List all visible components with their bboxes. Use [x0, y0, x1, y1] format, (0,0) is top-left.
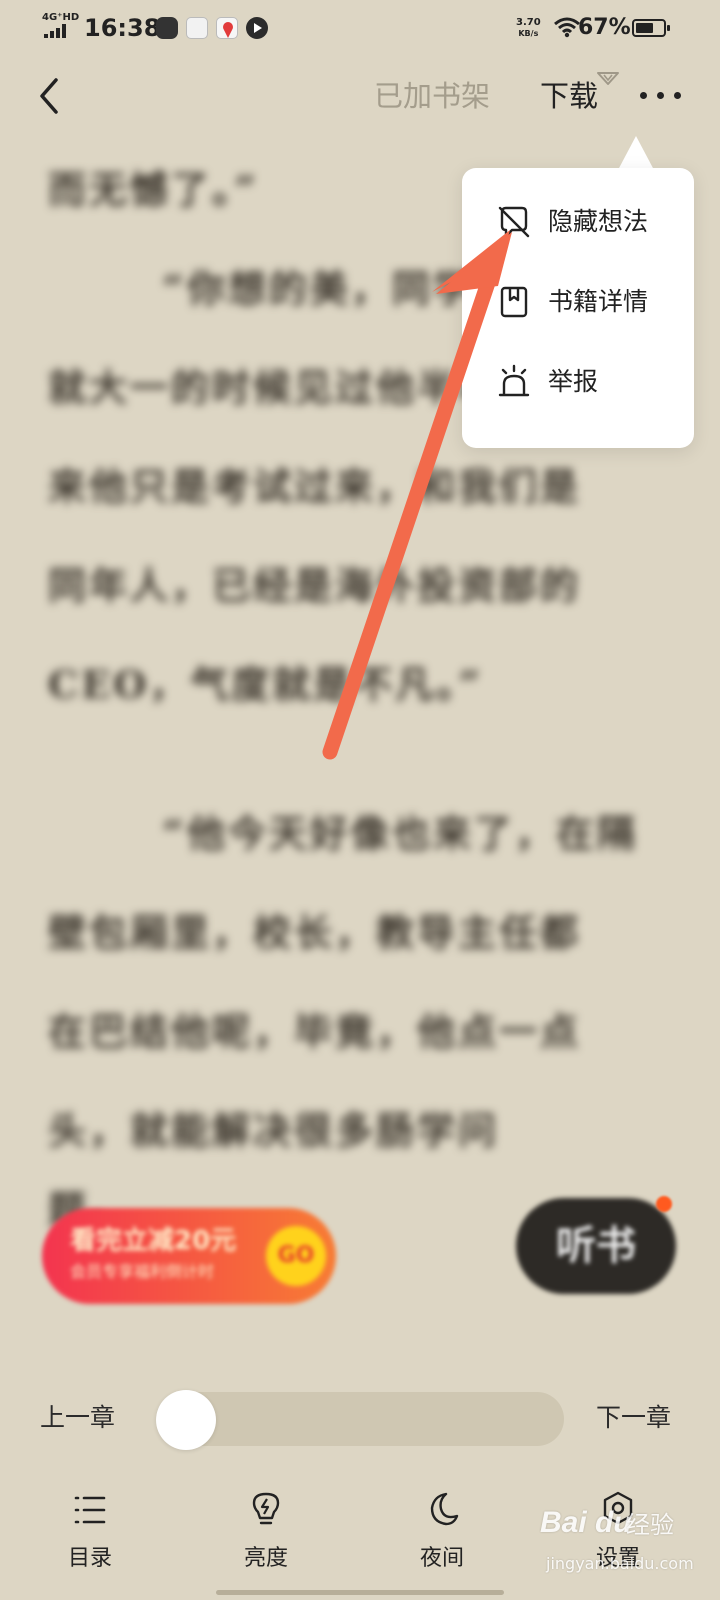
listen-book-button[interactable]: 听书	[516, 1198, 676, 1294]
network-type: 4G⁺HD	[42, 12, 80, 23]
menu-item-book-details[interactable]: 书籍详情	[462, 262, 694, 342]
report-alarm-icon	[498, 364, 530, 397]
promo-subtitle: 会员专享福利倒计时	[70, 1262, 215, 1281]
text-line: 同年人，已经是海外投资部的	[48, 563, 582, 608]
promo-title: 看完立减20元	[70, 1226, 237, 1256]
wifi-icon	[554, 17, 580, 38]
text-line: 在巴结他呢，毕竟，他点一点	[48, 1009, 582, 1054]
next-chapter-button[interactable]: 下一章	[596, 1400, 671, 1436]
download-button[interactable]: 下载	[540, 78, 598, 114]
net-speed: 3.70 KB/s	[516, 17, 541, 38]
book-details-icon	[500, 286, 528, 318]
promo-banner[interactable]: 看完立减20元 会员专享福利倒计时 GO	[42, 1208, 336, 1304]
tab-night-mode[interactable]: 夜间	[382, 1490, 502, 1590]
text-line: 来他只是考试过来，和我们是	[48, 464, 582, 509]
tab-brightness[interactable]: 亮度	[206, 1490, 326, 1590]
battery-percent: 67%	[578, 15, 631, 40]
prev-chapter-button[interactable]: 上一章	[40, 1400, 115, 1436]
slider-thumb[interactable]	[156, 1390, 216, 1450]
chapter-progress-slider[interactable]	[156, 1392, 564, 1446]
notification-dot	[656, 1196, 672, 1212]
more-options-menu: 隐藏想法 书籍详情 举报	[462, 168, 694, 448]
status-bar: 4G⁺HD 16:38 3.70 KB/s 67%	[0, 0, 720, 56]
menu-item-label: 举报	[548, 367, 599, 396]
clock: 16:38	[84, 14, 161, 42]
baidu-jingyan-watermark: Bai du 经验 jingyan.baidu.com	[540, 1498, 700, 1588]
hide-thoughts-icon	[498, 206, 530, 238]
promo-go-button[interactable]: GO	[266, 1226, 326, 1286]
chapter-navigation: 上一章 下一章	[0, 1380, 720, 1460]
text-line	[48, 734, 678, 784]
menu-item-label: 隐藏想法	[548, 207, 649, 236]
menu-item-report[interactable]: 举报	[462, 342, 694, 422]
watermark-text: 经验	[626, 1511, 674, 1539]
toc-list-icon	[74, 1496, 106, 1524]
tab-toc[interactable]: 目录	[30, 1490, 150, 1590]
battery-level	[636, 23, 653, 33]
map-pin-icon	[216, 17, 238, 39]
tab-label: 目录	[67, 1546, 112, 1571]
watermark-url: jingyan.baidu.com	[546, 1554, 694, 1573]
menu-pointer	[618, 136, 654, 170]
night-moon-icon	[430, 1492, 459, 1526]
text-line: CEO，气度就是不凡。”	[48, 662, 484, 707]
game-controller-icon	[156, 17, 178, 39]
home-indicator[interactable]	[216, 1590, 504, 1595]
brightness-bulb-icon	[252, 1492, 280, 1525]
tab-label: 夜间	[419, 1546, 464, 1571]
watermark-logo: Bai du	[540, 1506, 632, 1539]
play-icon	[246, 17, 268, 39]
menu-item-hide-thoughts[interactable]: 隐藏想法	[462, 182, 694, 262]
back-arrow-icon[interactable]	[30, 72, 70, 120]
menu-item-label: 书籍详情	[548, 287, 649, 316]
signal-icon	[44, 24, 74, 38]
app-notification-icon	[186, 17, 208, 39]
more-options-icon[interactable]	[640, 86, 682, 106]
reader-top-bar: 已加书架 下载	[0, 56, 720, 136]
text-line: 壁包厢里，校长，教导主任都	[48, 910, 582, 955]
added-to-shelf-label: 已加书架	[374, 79, 491, 113]
tab-label: 亮度	[243, 1546, 288, 1571]
text-line: “他今天好像也来了，在隔	[162, 811, 638, 856]
vip-badge-icon	[597, 72, 619, 85]
battery-icon	[632, 19, 670, 37]
